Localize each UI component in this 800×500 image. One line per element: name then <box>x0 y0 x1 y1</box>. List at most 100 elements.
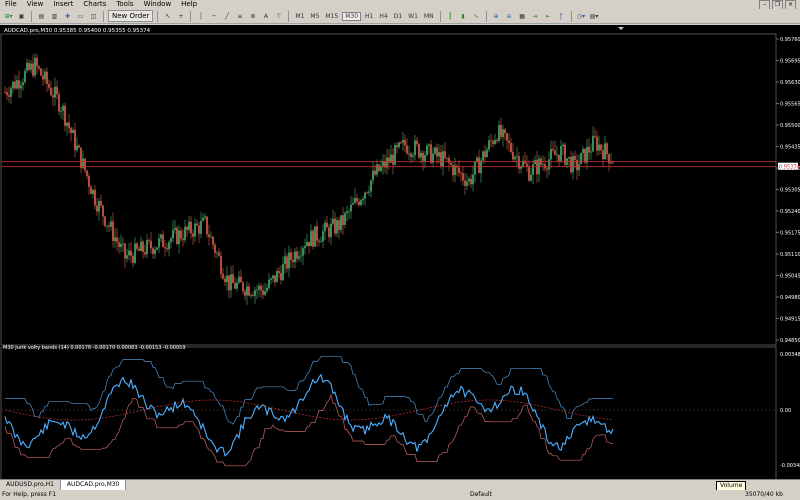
indicators-icon[interactable]: ƒ <box>556 11 567 22</box>
candle-body <box>282 264 284 281</box>
timeframe-m5[interactable]: M5 <box>308 13 321 20</box>
timeframe-m30[interactable]: M30 <box>342 11 362 21</box>
candle-body <box>70 127 72 134</box>
candle-body <box>170 238 172 243</box>
candle-body <box>374 170 376 175</box>
label-icon[interactable]: ⊤ <box>273 11 284 22</box>
candle-body <box>328 227 330 238</box>
candle-body <box>104 216 106 226</box>
candle-body <box>74 129 76 151</box>
candle-body <box>198 225 200 234</box>
candle-body <box>228 275 230 291</box>
crosshair-icon[interactable]: + <box>175 11 186 22</box>
fibonacci-icon[interactable]: ≣ <box>247 11 258 22</box>
menu-file[interactable]: File <box>0 0 22 9</box>
price-tick-label: 0.94980 <box>780 295 800 301</box>
candle-body <box>560 146 562 162</box>
candle-body <box>152 248 154 254</box>
timeframe-h1[interactable]: H1 <box>363 13 375 20</box>
candle-body <box>68 122 70 128</box>
candle-body <box>270 278 272 280</box>
candle-body <box>472 174 474 185</box>
menu-insert[interactable]: Insert <box>48 0 78 9</box>
tile-windows-icon[interactable]: ▦ <box>517 11 528 22</box>
line-chart-icon[interactable]: ∿ <box>471 11 482 22</box>
data-window-icon[interactable]: ▥ <box>49 11 60 22</box>
terminal-icon[interactable]: ▭ <box>75 11 86 22</box>
candle-body <box>112 221 114 242</box>
trendline-icon[interactable]: ╱ <box>221 11 232 22</box>
templates-icon[interactable]: ▤▾ <box>589 11 600 22</box>
candle-body <box>266 287 268 292</box>
candle-body <box>290 252 292 260</box>
price-tick-label: 0.94915 <box>780 317 800 323</box>
candle-body <box>586 146 588 163</box>
periods-icon[interactable]: ◷▾ <box>576 11 587 22</box>
market-watch-icon[interactable]: ▤ <box>36 11 47 22</box>
candle-body <box>274 275 276 283</box>
current-price-line: 0.95374 <box>1 161 800 171</box>
candle-body <box>56 86 58 95</box>
candle-body <box>462 173 464 181</box>
autoscroll-icon[interactable]: ⇥ <box>530 11 541 22</box>
candle-body <box>314 226 316 247</box>
price-chart[interactable]: 0.95374 0.957600.956950.956300.955650.95… <box>0 25 800 500</box>
volatility-line <box>4 373 614 457</box>
tester-icon[interactable]: ◫ <box>88 11 99 22</box>
chart-shift-icon[interactable]: ⇤ <box>543 11 554 22</box>
channel-icon[interactable]: ≡ <box>234 11 245 22</box>
candle-body <box>510 142 512 152</box>
timeframe-w1[interactable]: W1 <box>406 13 420 20</box>
candle-body <box>350 204 352 212</box>
candle-body <box>184 226 186 241</box>
candle-body <box>448 157 450 164</box>
candle-body <box>122 243 124 245</box>
candle-body <box>190 221 192 234</box>
menu-window[interactable]: Window <box>139 0 177 9</box>
text-icon[interactable]: A <box>260 11 271 22</box>
new-order-button[interactable]: New Order <box>108 10 154 22</box>
candle-body <box>468 178 470 182</box>
chart-window[interactable]: 0.95374 0.95760 0.95695 0.95630 0.95565 0.95… <box>0 25 800 500</box>
candlestick-icon[interactable]: ▮ <box>458 11 469 22</box>
timeframe-m1[interactable]: M1 <box>293 13 306 20</box>
menu-charts[interactable]: Charts <box>78 0 111 9</box>
indicator-tick-label: 0.00 <box>780 408 791 414</box>
navigator-icon[interactable]: ✚ <box>62 11 73 22</box>
zoom-in-icon[interactable]: ⊕ <box>491 11 502 22</box>
candle-body <box>172 229 174 239</box>
timeframe-m15[interactable]: M15 <box>323 13 340 20</box>
vertical-line-icon[interactable]: │ <box>195 11 206 22</box>
menu-view[interactable]: View <box>22 0 49 9</box>
candle-body <box>138 248 140 251</box>
candle-body <box>404 139 406 146</box>
bar-chart-icon[interactable]: ┃ <box>445 11 456 22</box>
candle-body <box>128 250 130 256</box>
cursor-icon[interactable]: ↖ <box>162 11 173 22</box>
profiles-icon[interactable]: ▣ <box>16 11 27 22</box>
menu-help[interactable]: Help <box>176 0 202 9</box>
toolbar-separator <box>288 10 290 22</box>
candle-body <box>580 153 582 165</box>
candle-body <box>370 180 372 192</box>
candle-body <box>524 160 526 164</box>
candle-body <box>48 83 50 88</box>
horizontal-line-icon[interactable]: ─ <box>208 11 219 22</box>
candle-body <box>36 57 38 67</box>
candle-body <box>364 192 366 199</box>
timeframe-h4[interactable]: H4 <box>377 13 389 20</box>
status-help-text: For Help, press F1 <box>2 491 57 498</box>
candle-body <box>296 251 298 259</box>
menu-tools[interactable]: Tools <box>111 0 138 9</box>
candle-body <box>532 164 534 175</box>
zoom-out-icon[interactable]: ⊖ <box>504 11 515 22</box>
candle-body <box>214 244 216 253</box>
candle-body <box>120 243 122 248</box>
price-tick-label: 0.95630 <box>780 80 800 86</box>
new-chart-icon[interactable]: ⊞▾ <box>3 11 14 22</box>
timeframe-mn[interactable]: MN <box>422 13 436 20</box>
candle-body <box>372 170 374 181</box>
price-tick-label: 0.95240 <box>780 209 800 215</box>
timeframe-d1[interactable]: D1 <box>392 13 404 20</box>
candle-body <box>438 152 440 157</box>
